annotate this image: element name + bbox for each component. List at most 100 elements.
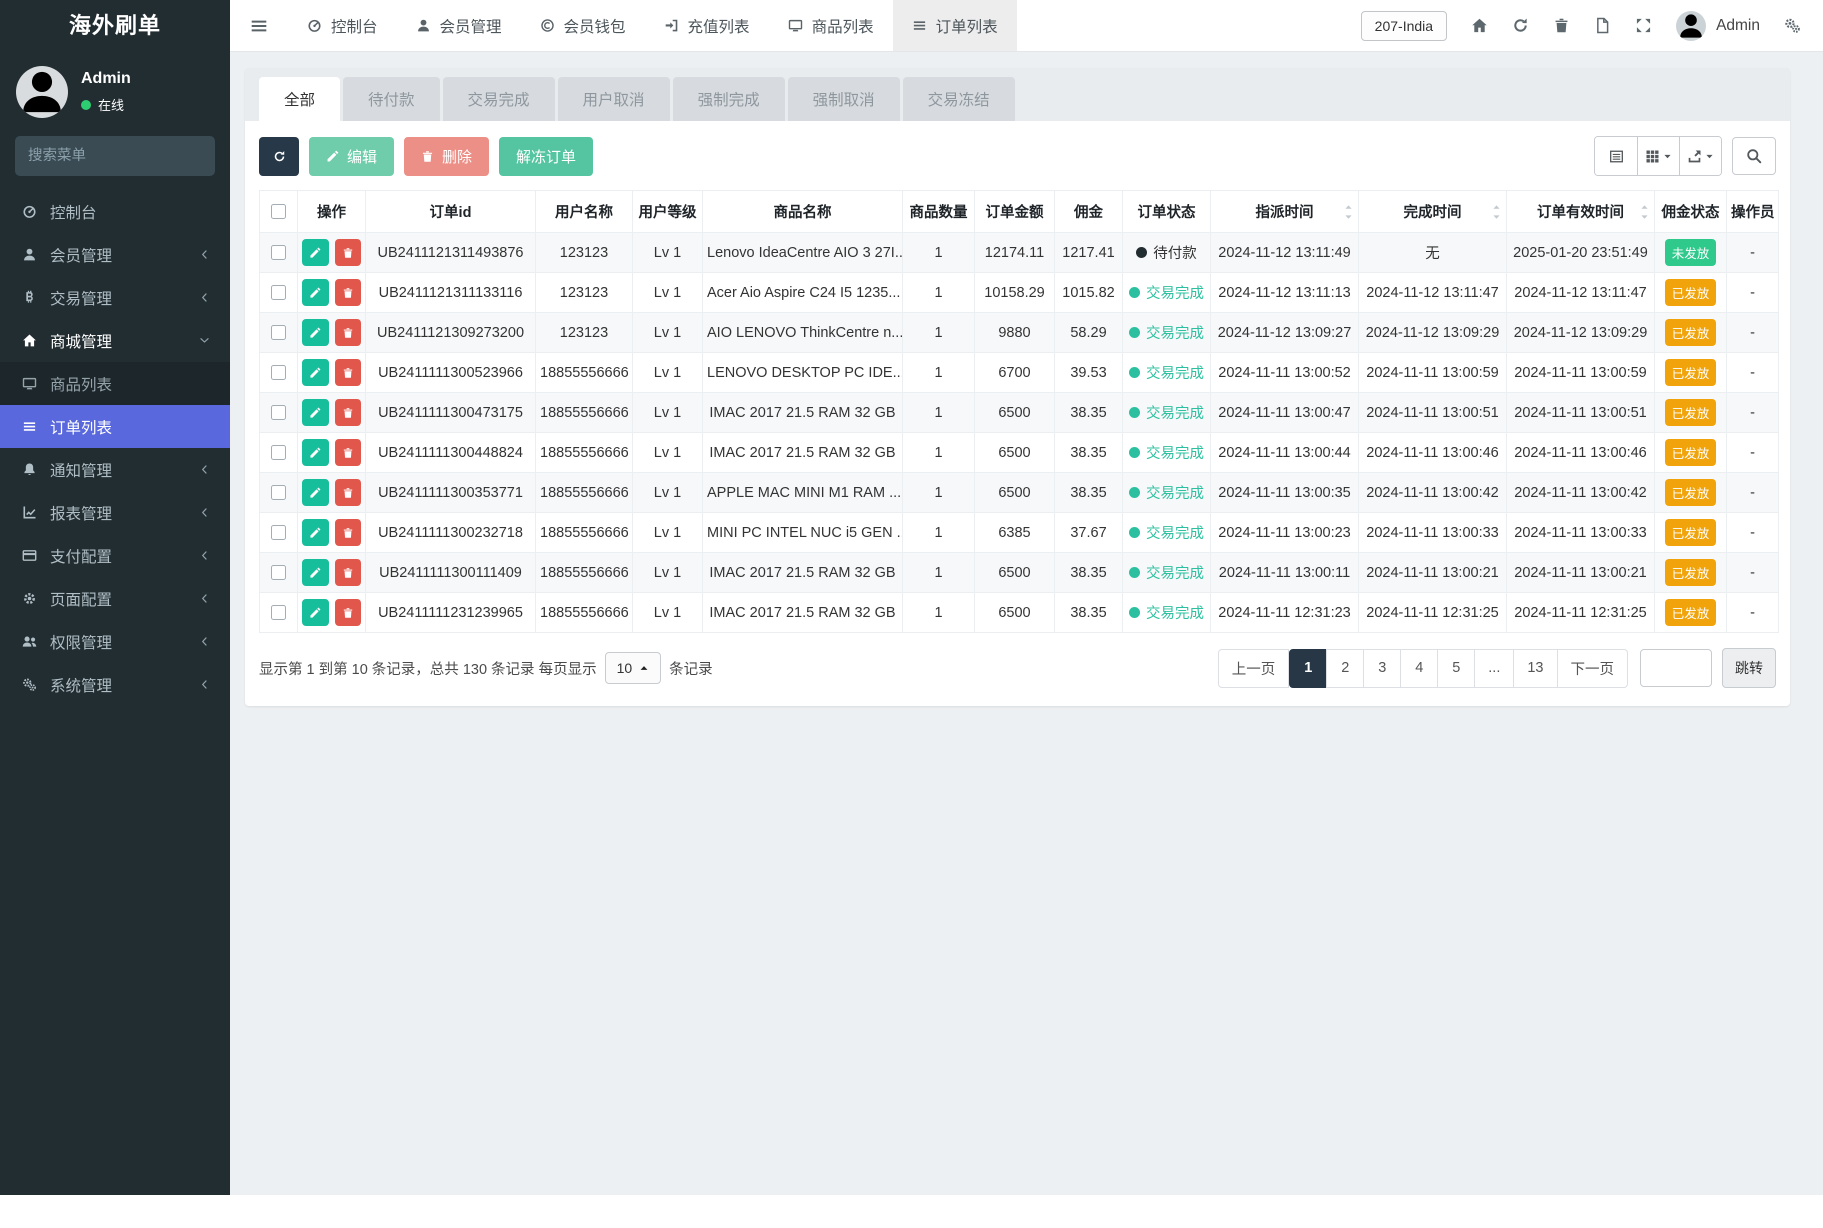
tab-0[interactable]: 全部	[259, 77, 341, 121]
nav-item-2[interactable]: 会员钱包	[521, 0, 645, 51]
page-size-select[interactable]: 10	[604, 652, 662, 684]
next-page-button[interactable]: 下一页	[1556, 648, 1628, 688]
sidebar-item-system[interactable]: 系统管理	[0, 663, 230, 706]
chevron-left-icon	[199, 550, 210, 561]
row-edit-button[interactable]	[302, 599, 329, 626]
unfreeze-order-button[interactable]: 解冻订单	[499, 136, 594, 176]
sidebar-item-orders[interactable]: 订单列表	[0, 405, 230, 448]
row-checkbox[interactable]	[271, 285, 286, 301]
page-button-1[interactable]: 1	[1289, 648, 1328, 688]
sidebar-item-trades[interactable]: 交易管理	[0, 276, 230, 319]
clear-cache-button[interactable]	[1553, 17, 1570, 34]
trash-icon	[342, 527, 354, 539]
document-button[interactable]	[1594, 17, 1611, 34]
column-header[interactable]: 订单有效时间	[1506, 190, 1655, 233]
nav-item-5[interactable]: 订单列表	[892, 0, 1017, 51]
toggle-view-button[interactable]	[1595, 137, 1637, 175]
page-button-3[interactable]: 3	[1363, 648, 1402, 688]
valid-time-cell: 2024-11-11 13:00:42	[1506, 472, 1655, 513]
select-all-checkbox[interactable]	[271, 204, 286, 220]
sidebar-item-members[interactable]: 会员管理	[0, 233, 230, 276]
row-edit-button[interactable]	[302, 479, 329, 506]
sort-icon[interactable]	[1344, 202, 1353, 221]
tab-5[interactable]: 强制取消	[787, 77, 900, 121]
row-checkbox[interactable]	[271, 365, 286, 381]
chevron-down-icon	[199, 335, 210, 346]
row-checkbox[interactable]	[271, 525, 286, 541]
sort-icon[interactable]	[1492, 202, 1501, 221]
row-checkbox[interactable]	[271, 325, 286, 341]
row-edit-button[interactable]	[302, 399, 329, 426]
jump-page-input[interactable]	[1640, 649, 1712, 687]
nav-item-1[interactable]: 会员管理	[397, 0, 521, 51]
jump-button[interactable]: 跳转	[1722, 648, 1776, 688]
navbar-user[interactable]: Admin	[1676, 10, 1760, 41]
export-button[interactable]	[1679, 137, 1721, 175]
row-checkbox[interactable]	[271, 445, 286, 461]
page-button-5[interactable]: 5	[1437, 648, 1476, 688]
row-delete-button[interactable]	[334, 239, 361, 266]
row-edit-button[interactable]	[302, 559, 329, 586]
sort-icon[interactable]	[1640, 202, 1649, 221]
row-delete-button[interactable]	[334, 479, 361, 506]
tab-4[interactable]: 强制完成	[672, 77, 785, 121]
prev-page-button[interactable]: 上一页	[1217, 648, 1290, 688]
column-header[interactable]: 完成时间	[1358, 190, 1507, 233]
row-edit-button[interactable]	[302, 319, 329, 346]
nav-item-label: 会员管理	[439, 18, 502, 36]
sidebar-item-notices[interactable]: 通知管理	[0, 448, 230, 491]
row-delete-button[interactable]	[334, 359, 361, 386]
tab-3[interactable]: 用户取消	[557, 77, 670, 121]
row-checkbox[interactable]	[271, 565, 286, 581]
row-edit-button[interactable]	[302, 239, 329, 266]
page-button-4[interactable]: 4	[1400, 648, 1439, 688]
row-delete-button[interactable]	[334, 519, 361, 546]
row-delete-button[interactable]	[334, 319, 361, 346]
sidebar-item-products[interactable]: 商品列表	[0, 362, 230, 405]
nav-item-4[interactable]: 商品列表	[769, 0, 893, 51]
row-delete-button[interactable]	[334, 439, 361, 466]
sidebar-search-input[interactable]	[15, 136, 215, 176]
sidebar-item-mall[interactable]: 商城管理	[0, 319, 230, 362]
pencil-icon	[309, 287, 321, 299]
sidebar-item-permissions[interactable]: 权限管理	[0, 620, 230, 663]
table-search-button[interactable]	[1732, 137, 1776, 175]
row-edit-button[interactable]	[302, 519, 329, 546]
tab-6[interactable]: 交易冻结	[902, 77, 1015, 121]
sidebar-item-dashboard[interactable]: 控制台	[0, 190, 230, 233]
row-checkbox[interactable]	[271, 605, 286, 621]
page-button-13[interactable]: 13	[1513, 648, 1558, 688]
settings-button[interactable]	[1784, 17, 1801, 34]
sidebar-item-pageconfig[interactable]: 页面配置	[0, 577, 230, 620]
home-button[interactable]	[1471, 17, 1488, 34]
columns-button[interactable]	[1637, 137, 1679, 175]
sidebar-item-payment[interactable]: 支付配置	[0, 534, 230, 577]
row-edit-button[interactable]	[302, 439, 329, 466]
row-delete-button[interactable]	[334, 559, 361, 586]
column-header[interactable]: 指派时间	[1210, 190, 1359, 233]
refresh-table-button[interactable]	[259, 136, 299, 176]
row-checkbox[interactable]	[271, 485, 286, 501]
sidebar-item-reports[interactable]: 报表管理	[0, 491, 230, 534]
page-button-...[interactable]: ...	[1474, 648, 1515, 688]
row-delete-button[interactable]	[334, 599, 361, 626]
row-delete-button[interactable]	[334, 399, 361, 426]
row-checkbox[interactable]	[271, 245, 286, 261]
hamburger-button[interactable]	[230, 0, 288, 51]
page-button-2[interactable]: 2	[1326, 648, 1365, 688]
fullscreen-button[interactable]	[1635, 17, 1652, 34]
nav-item-3[interactable]: 充值列表	[645, 0, 769, 51]
region-badge[interactable]: 207-India	[1360, 10, 1448, 41]
row-delete-button[interactable]	[334, 279, 361, 306]
row-edit-button[interactable]	[302, 279, 329, 306]
row-checkbox[interactable]	[271, 405, 286, 421]
tab-1[interactable]: 待付款	[343, 77, 440, 121]
refresh-page-button[interactable]	[1512, 17, 1529, 34]
row-edit-button[interactable]	[302, 359, 329, 386]
edit-button[interactable]: 编辑	[309, 136, 395, 176]
arrow-in-icon	[664, 18, 679, 33]
tab-2[interactable]: 交易完成	[442, 77, 555, 121]
delete-button[interactable]: 删除	[404, 136, 490, 176]
nav-item-0[interactable]: 控制台	[288, 0, 397, 51]
user-level-cell: Lv 1	[632, 512, 703, 553]
